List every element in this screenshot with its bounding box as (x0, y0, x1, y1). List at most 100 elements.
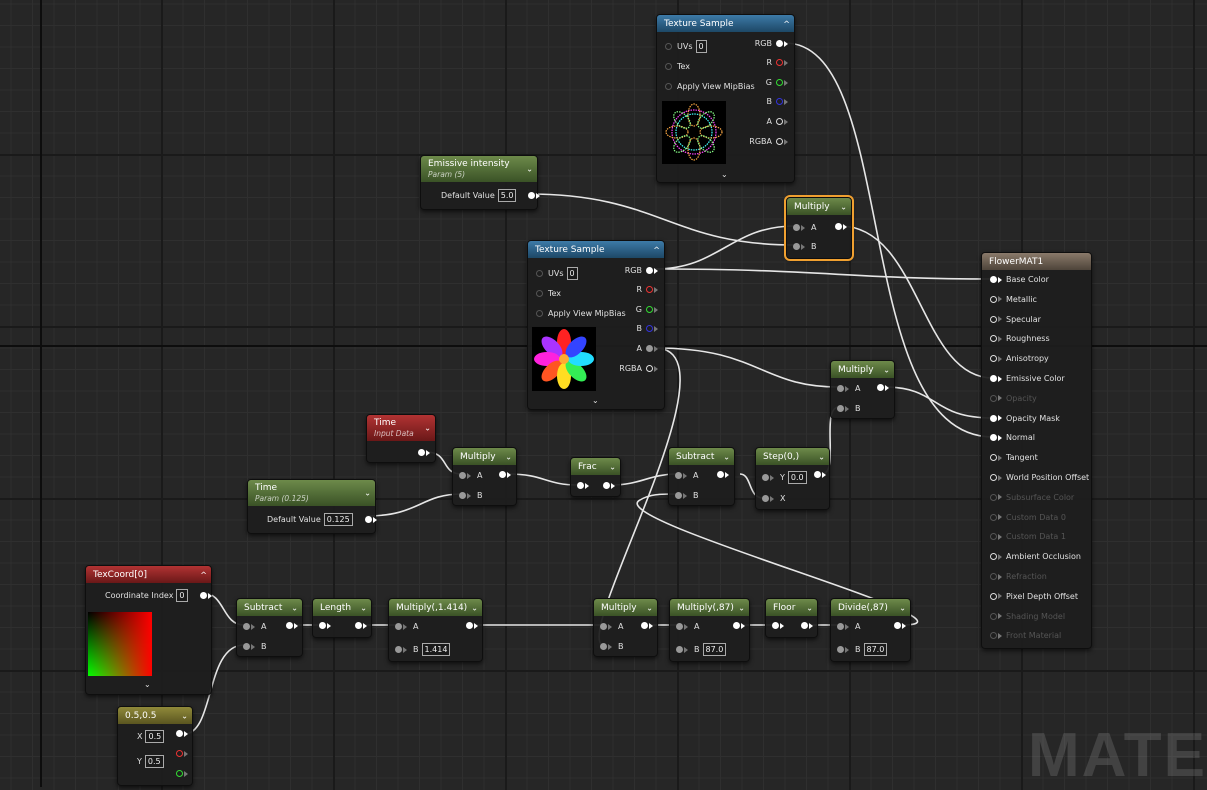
material-input-row[interactable]: Custom Data 0 (990, 513, 1066, 522)
material-input-row[interactable]: Subsurface Color (990, 493, 1074, 502)
material-input-pin[interactable] (990, 375, 997, 382)
b-input-pin[interactable] (676, 646, 683, 653)
collapse-chevron-icon[interactable]: ⌄ (364, 489, 371, 498)
g-output-pin[interactable] (176, 770, 183, 777)
output-pin[interactable] (528, 192, 536, 199)
rg-output-pin[interactable] (176, 730, 183, 737)
b-input-pin[interactable] (459, 492, 466, 499)
material-input-pin[interactable] (990, 592, 997, 600)
texture-sample-node-top[interactable]: Texture Sample ^ UVs 0 Tex Apply View MipB… (656, 14, 795, 183)
mipbias-pin[interactable] (536, 310, 543, 317)
uvs-value[interactable]: 0 (695, 40, 707, 53)
material-input-pin[interactable] (990, 553, 997, 561)
texture-sample-node-flower[interactable]: Texture Sample ^ UVs 0 Tex Apply View MipB… (527, 240, 665, 410)
output-pin[interactable] (717, 471, 724, 478)
tex-pin[interactable] (665, 63, 672, 70)
material-input-row[interactable]: World Position Offset (990, 473, 1089, 482)
b-input-pin[interactable] (243, 643, 250, 650)
material-input-row[interactable]: Emissive Color (990, 374, 1065, 383)
y-input-pin[interactable] (762, 474, 769, 481)
collapse-chevron-icon[interactable]: ⌄ (723, 452, 730, 461)
collapse-chevron-icon[interactable]: ⌄ (818, 452, 825, 461)
tex-pin[interactable] (536, 290, 543, 297)
multiply-1414-node[interactable]: Multiply(,1.414) ⌄ A B 1.414 (388, 598, 483, 662)
default-value-field[interactable]: 0.125 (323, 513, 353, 526)
collapse-chevron-icon[interactable]: ⌄ (899, 603, 906, 612)
output-pin[interactable] (199, 592, 207, 599)
material-input-pin[interactable] (990, 513, 997, 521)
output-pin[interactable] (364, 516, 372, 523)
b-value-field[interactable]: 87.0 (702, 643, 727, 656)
x-value-field[interactable]: 0.5 (145, 730, 165, 743)
collapse-chevron-icon[interactable]: ⌄ (505, 452, 512, 461)
material-input-row[interactable]: Tangent (990, 453, 1038, 462)
expand-chevron-icon[interactable]: ⌄ (144, 680, 151, 689)
collapse-chevron-icon[interactable]: ⌄ (360, 603, 367, 612)
material-input-pin[interactable] (990, 394, 997, 402)
collapse-chevron-icon[interactable]: ⌄ (291, 603, 298, 612)
collapse-chevron-icon[interactable]: ⌄ (806, 603, 813, 612)
a-input-pin[interactable] (395, 623, 402, 630)
b-input-pin[interactable] (793, 243, 800, 250)
collapse-chevron-icon[interactable]: ⌄ (840, 202, 847, 211)
material-input-row[interactable]: Refraction (990, 572, 1047, 581)
a-input-pin[interactable] (676, 623, 683, 630)
input-pin[interactable] (319, 622, 326, 629)
a-input-pin[interactable] (675, 472, 682, 479)
material-input-pin[interactable] (990, 454, 997, 462)
b-input-pin[interactable] (395, 646, 402, 653)
b-input-pin[interactable] (837, 646, 844, 653)
subtract-node-time[interactable]: Subtract ⌄ A B (668, 447, 735, 506)
material-result-node[interactable]: FlowerMAT1 Base Color Metallic Specular Rou… (981, 252, 1092, 649)
rgba-output-pin[interactable] (646, 365, 653, 372)
emissive-intensity-param-node[interactable]: Emissive intensity Param (5) ⌄ Default Val… (420, 155, 541, 210)
material-input-row[interactable]: Pixel Depth Offset (990, 592, 1078, 601)
b-value-field[interactable]: 1.414 (421, 643, 451, 656)
b-output-pin[interactable] (646, 325, 653, 332)
b-input-pin[interactable] (837, 405, 844, 412)
r-output-pin[interactable] (176, 750, 183, 757)
time-input-node[interactable]: Time Input Data ⌄ (366, 414, 436, 463)
material-input-pin[interactable] (990, 474, 997, 481)
output-pin[interactable] (814, 471, 821, 478)
rgb-output-pin[interactable] (776, 40, 783, 47)
material-input-row[interactable]: Normal (990, 433, 1035, 442)
collapse-chevron-icon[interactable]: ⌄ (471, 603, 478, 612)
output-pin[interactable] (355, 622, 362, 629)
b-value-field[interactable]: 87.0 (863, 643, 888, 656)
material-input-pin[interactable] (990, 335, 997, 343)
material-input-pin[interactable] (990, 612, 997, 620)
a-input-pin[interactable] (459, 472, 466, 479)
rgb-output-pin[interactable] (646, 267, 653, 274)
a-input-pin[interactable] (793, 224, 800, 231)
material-input-pin[interactable] (990, 533, 997, 541)
expand-chevron-icon[interactable]: ⌄ (592, 396, 599, 405)
uvs-pin[interactable] (536, 270, 543, 277)
material-input-pin[interactable] (990, 276, 997, 283)
output-pin[interactable] (418, 449, 425, 456)
output-pin[interactable] (733, 622, 740, 629)
material-input-row[interactable]: Metallic (990, 295, 1037, 304)
g-output-pin[interactable] (646, 306, 653, 313)
material-input-row[interactable]: Shading Model (990, 612, 1065, 621)
input-pin[interactable] (577, 482, 584, 489)
r-output-pin[interactable] (646, 286, 653, 293)
output-pin[interactable] (894, 622, 901, 629)
output-pin[interactable] (835, 223, 842, 230)
multiply-node-mask[interactable]: Multiply ⌄ A B (593, 598, 658, 657)
b-input-pin[interactable] (600, 643, 607, 650)
multiply-node-opacity[interactable]: Multiply ⌄ A B (830, 360, 895, 419)
material-input-pin[interactable] (990, 434, 997, 442)
constant2vector-node[interactable]: 0.5,0.5 ⌄ X 0.5 Y 0.5 (117, 706, 193, 786)
texcoord-node[interactable]: TexCoord[0] ^ Coordinate Index 0 ⌄ (85, 565, 212, 695)
x-input-pin[interactable] (762, 495, 769, 502)
default-value-field[interactable]: 5.0 (497, 189, 517, 202)
y-value-field[interactable]: 0.0 (787, 471, 807, 484)
material-input-row[interactable]: Opacity Mask (990, 414, 1060, 423)
a-input-pin[interactable] (837, 623, 844, 630)
collapse-chevron-icon[interactable]: ⌄ (646, 603, 653, 612)
uvs-value[interactable]: 0 (566, 267, 578, 280)
a-output-pin[interactable] (776, 118, 783, 125)
g-output-pin[interactable] (776, 79, 783, 86)
y-value-field[interactable]: 0.5 (144, 755, 164, 768)
